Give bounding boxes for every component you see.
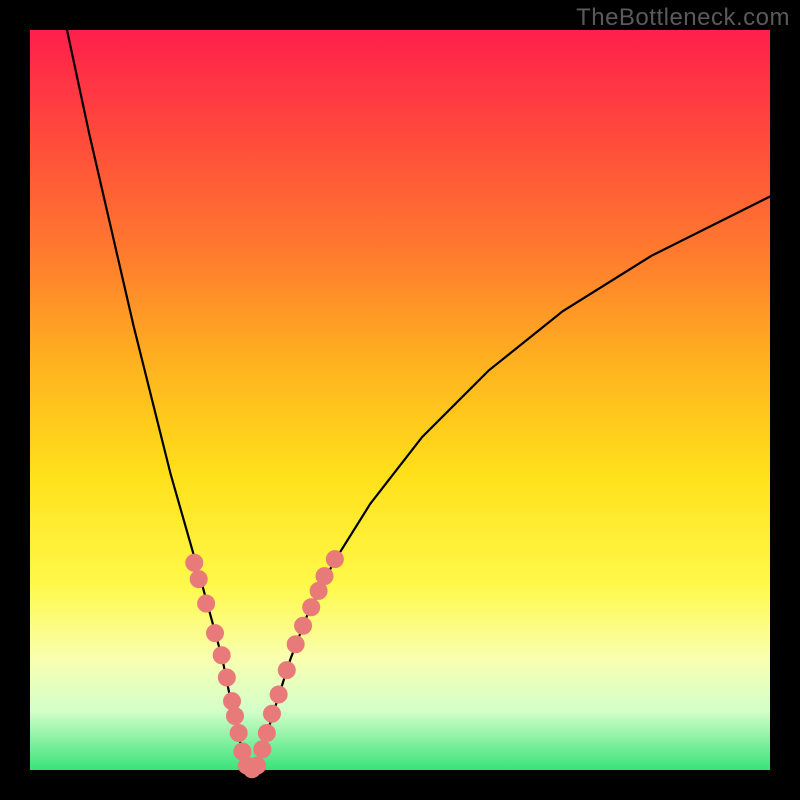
marker-dot	[218, 669, 235, 686]
marker-dot	[198, 595, 215, 612]
marker-dot	[303, 599, 320, 616]
marker-dot	[258, 725, 275, 742]
marker-dot	[213, 647, 230, 664]
marker-dot	[316, 568, 333, 585]
marker-dot	[190, 571, 207, 588]
marker-dot	[278, 662, 295, 679]
marker-dot	[295, 617, 312, 634]
marker-dot	[224, 693, 241, 710]
marker-dot	[254, 741, 271, 758]
marker-dot	[326, 551, 343, 568]
chart-svg	[30, 30, 770, 770]
marker-dot	[207, 625, 224, 642]
curve-right-branch	[257, 197, 770, 767]
plot-area	[30, 30, 770, 770]
marker-dot	[226, 707, 243, 724]
watermark-label: TheBottleneck.com	[576, 4, 790, 32]
marker-dot	[263, 705, 280, 722]
marker-group	[186, 551, 344, 778]
marker-dot	[186, 554, 203, 571]
marker-dot	[230, 725, 247, 742]
marker-dot	[287, 636, 304, 653]
marker-dot	[249, 757, 266, 774]
marker-dot	[270, 686, 287, 703]
